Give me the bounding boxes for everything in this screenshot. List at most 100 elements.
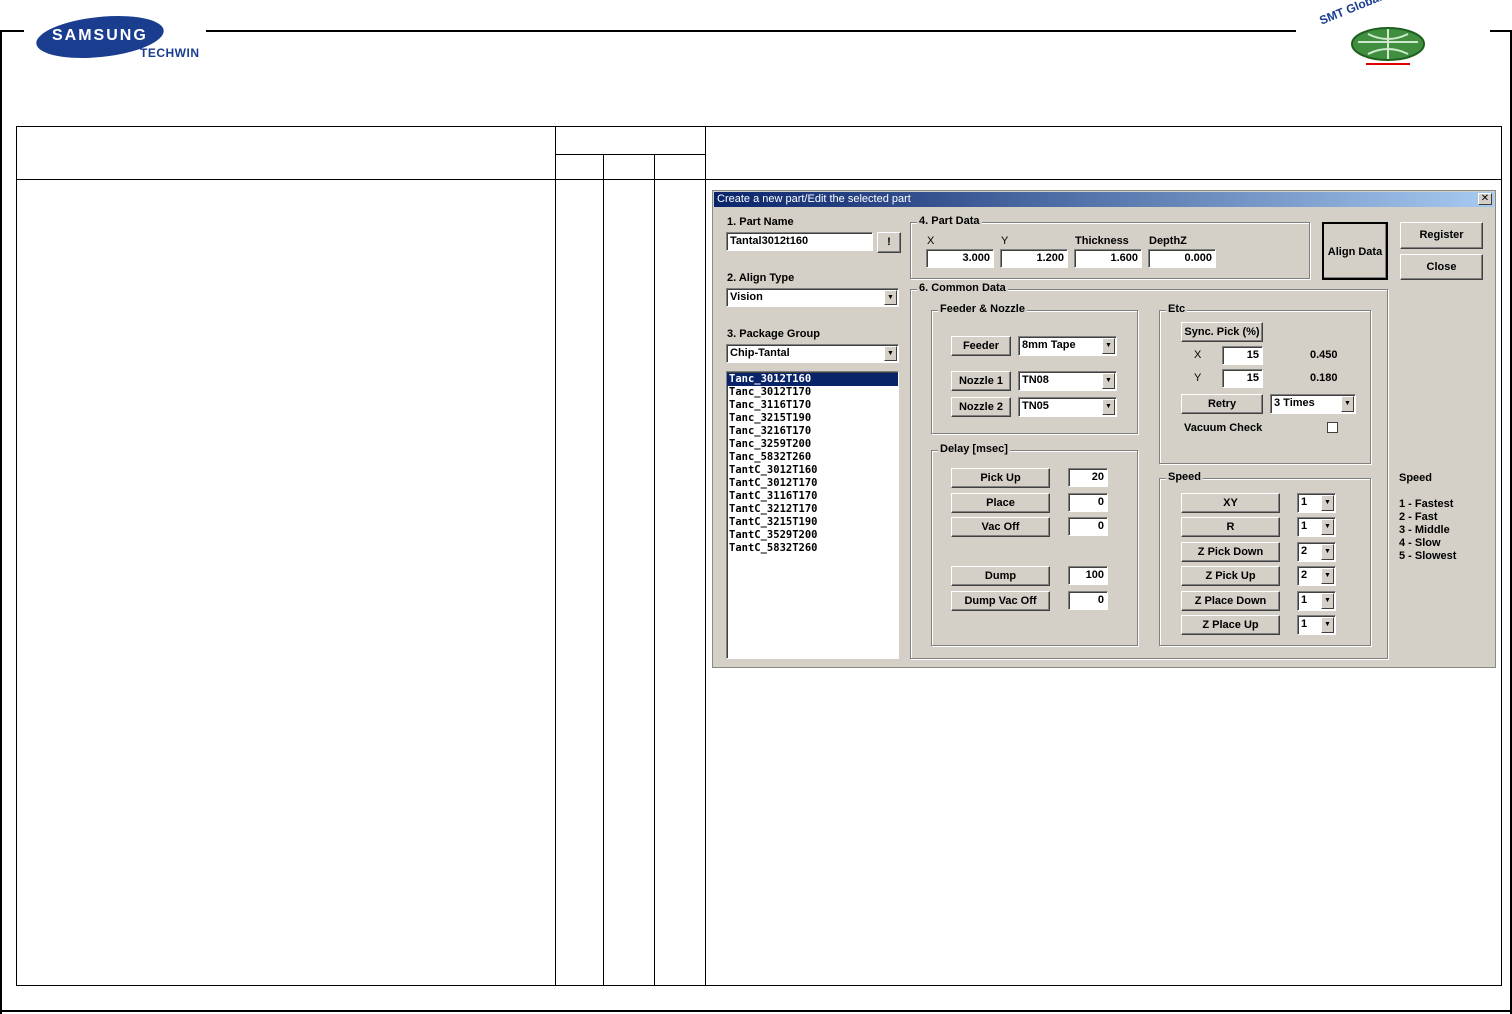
place-delay-input[interactable]: 0 <box>1068 493 1108 512</box>
align-data-button[interactable]: Align Data <box>1322 222 1388 280</box>
package-group-label: 3. Package Group <box>727 328 820 340</box>
place-delay-button[interactable]: Place <box>951 493 1050 513</box>
package-list-item[interactable]: Tanc_3116T170 <box>727 399 898 412</box>
register-button[interactable]: Register <box>1400 222 1483 249</box>
dump-vac-off-delay-button[interactable]: Dump Vac Off <box>951 591 1050 611</box>
package-list[interactable]: Tanc_3012T160 Tanc_3012T170 Tanc_3116T170 T… <box>726 371 899 659</box>
sync-y-label: Y <box>1194 372 1202 384</box>
package-list-item[interactable]: Tanc_3216T170 <box>727 425 898 438</box>
dump-delay-button[interactable]: Dump <box>951 566 1050 586</box>
speed-z-place-up-value: 1 <box>1301 618 1308 630</box>
speed-z-pick-up-select[interactable]: 2 ▼ <box>1297 566 1336 586</box>
retry-button[interactable]: Retry <box>1181 394 1263 414</box>
chevron-down-icon[interactable]: ▼ <box>1321 617 1334 633</box>
part-name-label: 1. Part Name <box>727 216 794 228</box>
pick-up-delay-input[interactable]: 20 <box>1068 468 1108 487</box>
speed-xy-button[interactable]: XY <box>1181 493 1280 513</box>
speed-z-place-down-button[interactable]: Z Place Down <box>1181 591 1280 611</box>
package-list-item[interactable]: TantC_3215T190 <box>727 516 898 529</box>
nozzle2-select[interactable]: TN05 ▼ <box>1018 397 1117 417</box>
common-data-title: 6. Common Data <box>917 282 1008 294</box>
chevron-down-icon[interactable]: ▼ <box>1321 568 1334 584</box>
feeder-select[interactable]: 8mm Tape ▼ <box>1018 336 1117 356</box>
speed-z-place-down-select[interactable]: 1 ▼ <box>1297 591 1336 611</box>
part-edit-dialog: Create a new part/Edit the selected part… <box>712 190 1496 668</box>
sync-y-input[interactable]: 15 <box>1222 369 1263 388</box>
package-list-item[interactable]: Tanc_3012T160 <box>727 373 898 386</box>
header-rule-left <box>0 30 24 32</box>
part-y-label: Y <box>1001 235 1009 247</box>
part-x-input[interactable]: 3.000 <box>926 249 994 268</box>
sync-x-input[interactable]: 15 <box>1222 346 1263 365</box>
header-rule-right <box>1490 30 1512 32</box>
package-list-item[interactable]: TantC_3116T170 <box>727 490 898 503</box>
speed-z-place-up-button[interactable]: Z Place Up <box>1181 615 1280 635</box>
chevron-down-icon[interactable]: ▼ <box>1321 593 1334 609</box>
samsung-logo-text: SAMSUNG <box>52 27 148 44</box>
chevron-down-icon[interactable]: ▼ <box>1321 495 1334 511</box>
speed-legend-item: 2 - Fast <box>1399 511 1438 523</box>
close-button[interactable]: Close <box>1400 254 1483 280</box>
dump-delay-input[interactable]: 100 <box>1068 566 1108 585</box>
speed-z-pick-down-value: 2 <box>1301 545 1308 557</box>
part-thickness-input[interactable]: 1.600 <box>1074 249 1142 268</box>
package-list-item[interactable]: TantC_3012T170 <box>727 477 898 490</box>
package-list-item[interactable]: TantC_3529T200 <box>727 529 898 542</box>
sync-pick-button[interactable]: Sync. Pick (%) <box>1181 322 1263 342</box>
chevron-down-icon[interactable]: ▼ <box>884 346 897 361</box>
dialog-close-icon[interactable]: ✕ <box>1478 193 1492 205</box>
chevron-down-icon[interactable]: ▼ <box>884 290 897 305</box>
feeder-button[interactable]: Feeder <box>951 336 1011 356</box>
speed-title: Speed <box>1166 471 1204 483</box>
delay-title: Delay [msec] <box>938 443 1010 455</box>
etc-title: Etc <box>1166 303 1188 315</box>
speed-z-pick-down-button[interactable]: Z Pick Down <box>1181 542 1280 562</box>
vacuum-check-checkbox[interactable] <box>1327 422 1338 433</box>
header-rule-middle <box>206 30 1296 32</box>
package-list-item[interactable]: TantC_3212T170 <box>727 503 898 516</box>
part-name-lookup-button[interactable]: ! <box>877 232 901 253</box>
frame-left <box>0 30 2 1014</box>
pick-up-delay-button[interactable]: Pick Up <box>951 468 1050 488</box>
speed-z-pick-down-select[interactable]: 2 ▼ <box>1297 542 1336 562</box>
package-list-item[interactable]: Tanc_5832T260 <box>727 451 898 464</box>
package-list-item[interactable]: Tanc_3215T190 <box>727 412 898 425</box>
chevron-down-icon[interactable]: ▼ <box>1102 399 1115 415</box>
package-list-item[interactable]: Tanc_3259T200 <box>727 438 898 451</box>
nozzle1-select[interactable]: TN08 ▼ <box>1018 371 1117 391</box>
align-type-select[interactable]: Vision ▼ <box>726 288 899 307</box>
dialog-titlebar: Create a new part/Edit the selected part… <box>714 192 1494 207</box>
speed-z-pick-up-button[interactable]: Z Pick Up <box>1181 566 1280 586</box>
chevron-down-icon[interactable]: ▼ <box>1341 396 1354 412</box>
part-depth-input[interactable]: 0.000 <box>1148 249 1216 268</box>
package-list-item[interactable]: TantC_5832T260 <box>727 542 898 555</box>
speed-z-place-down-value: 1 <box>1301 594 1308 606</box>
vac-off-delay-input[interactable]: 0 <box>1068 517 1108 536</box>
vacuum-check-label: Vacuum Check <box>1184 422 1263 434</box>
dump-vac-off-delay-input[interactable]: 0 <box>1068 591 1108 610</box>
sync-x-label: X <box>1194 349 1202 361</box>
vac-off-delay-button[interactable]: Vac Off <box>951 517 1050 537</box>
feeder-value: 8mm Tape <box>1022 339 1076 351</box>
speed-legend-item: 4 - Slow <box>1399 537 1441 549</box>
package-list-item[interactable]: TantC_3012T160 <box>727 464 898 477</box>
speed-r-button[interactable]: R <box>1181 517 1280 537</box>
speed-legend-title: Speed <box>1399 472 1433 484</box>
package-group-select[interactable]: Chip-Tantal ▼ <box>726 344 899 363</box>
part-name-input[interactable]: Tantal3012t160 <box>726 232 873 251</box>
speed-z-place-up-select[interactable]: 1 ▼ <box>1297 615 1336 635</box>
nozzle2-button[interactable]: Nozzle 2 <box>951 397 1011 417</box>
chevron-down-icon[interactable]: ▼ <box>1321 544 1334 560</box>
part-y-input[interactable]: 1.200 <box>1000 249 1068 268</box>
chevron-down-icon[interactable]: ▼ <box>1102 373 1115 389</box>
chevron-down-icon[interactable]: ▼ <box>1321 519 1334 535</box>
package-list-item[interactable]: Tanc_3012T170 <box>727 386 898 399</box>
retry-select[interactable]: 3 Times ▼ <box>1270 394 1356 414</box>
feeder-nozzle-title: Feeder & Nozzle <box>938 303 1027 315</box>
techwin-logo-text: TECHWIN <box>140 46 200 60</box>
nozzle1-button[interactable]: Nozzle 1 <box>951 371 1011 391</box>
chevron-down-icon[interactable]: ▼ <box>1102 338 1115 354</box>
speed-r-select[interactable]: 1 ▼ <box>1297 517 1336 537</box>
speed-xy-select[interactable]: 1 ▼ <box>1297 493 1336 513</box>
part-depth-label: DepthZ <box>1149 235 1187 247</box>
